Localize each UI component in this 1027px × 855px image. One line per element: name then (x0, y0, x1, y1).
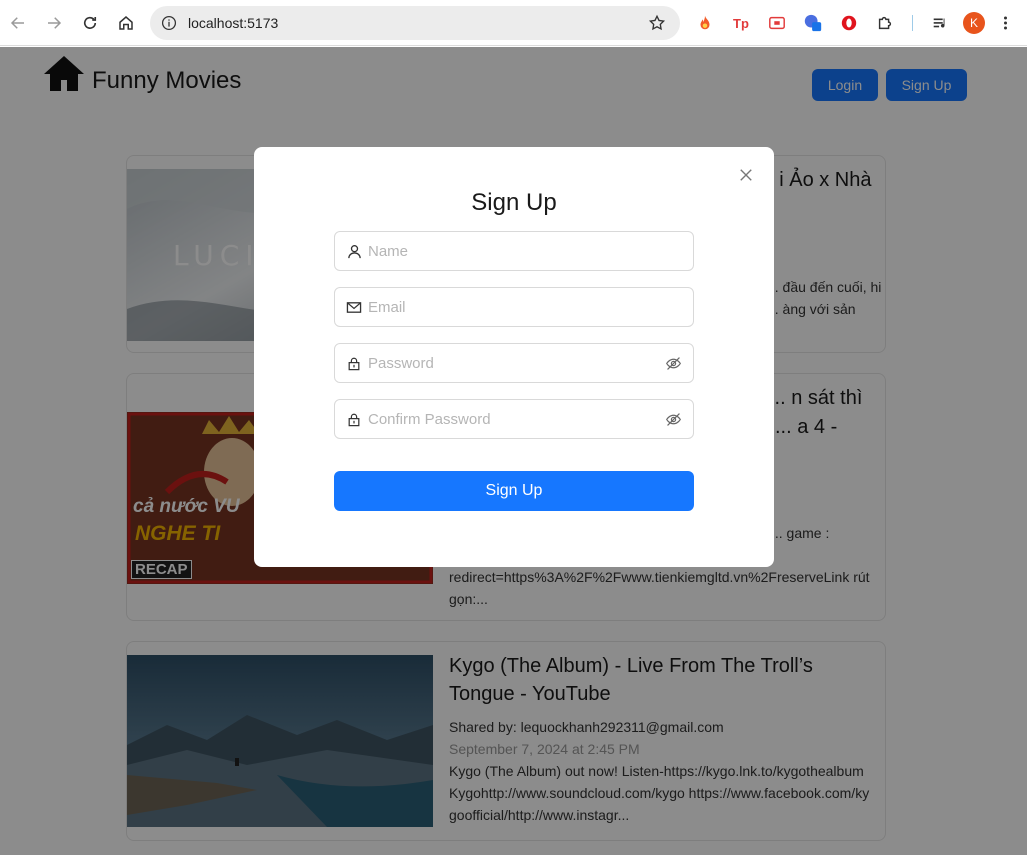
confirm-password-input[interactable] (368, 401, 664, 437)
user-icon (346, 243, 362, 259)
name-field[interactable] (334, 231, 694, 271)
bookmark-star-icon[interactable] (648, 14, 666, 32)
back-icon[interactable] (0, 5, 36, 41)
eye-invisible-icon[interactable] (664, 354, 682, 372)
lock-icon (346, 411, 362, 427)
confirm-password-field[interactable] (334, 399, 694, 439)
extensions-bar: Tp K (692, 9, 1015, 37)
signup-submit-button[interactable]: Sign Up (334, 471, 694, 511)
puzzle-extensions-icon[interactable] (872, 10, 898, 36)
fire-extension-icon[interactable] (692, 10, 718, 36)
translate-extension-icon[interactable] (800, 10, 826, 36)
email-input[interactable] (368, 289, 693, 325)
close-icon[interactable] (736, 165, 756, 185)
address-url: localhost:5173 (188, 15, 279, 31)
address-bar[interactable]: localhost:5173 (150, 6, 680, 40)
eye-invisible-icon[interactable] (664, 410, 682, 428)
name-input[interactable] (368, 233, 693, 269)
reload-icon[interactable] (72, 5, 108, 41)
mail-icon (346, 299, 362, 315)
signup-modal: Sign Up Sign Up (254, 147, 774, 567)
media-queue-icon[interactable] (927, 10, 953, 36)
browser-toolbar: localhost:5173 Tp K (0, 0, 1027, 46)
forward-icon[interactable] (36, 5, 72, 41)
site-info-icon[interactable] (160, 14, 178, 32)
lock-icon (346, 355, 362, 371)
tp-extension-icon[interactable]: Tp (728, 10, 754, 36)
modal-title: Sign Up (471, 189, 557, 216)
opera-extension-icon[interactable] (836, 10, 862, 36)
home-browser-icon[interactable] (108, 5, 144, 41)
toolbar-divider (912, 15, 913, 31)
profile-avatar[interactable]: K (963, 12, 985, 34)
email-field[interactable] (334, 287, 694, 327)
password-field[interactable] (334, 343, 694, 383)
password-input[interactable] (368, 345, 664, 381)
browser-menu-icon[interactable] (995, 10, 1015, 36)
video-extension-icon[interactable] (764, 10, 790, 36)
